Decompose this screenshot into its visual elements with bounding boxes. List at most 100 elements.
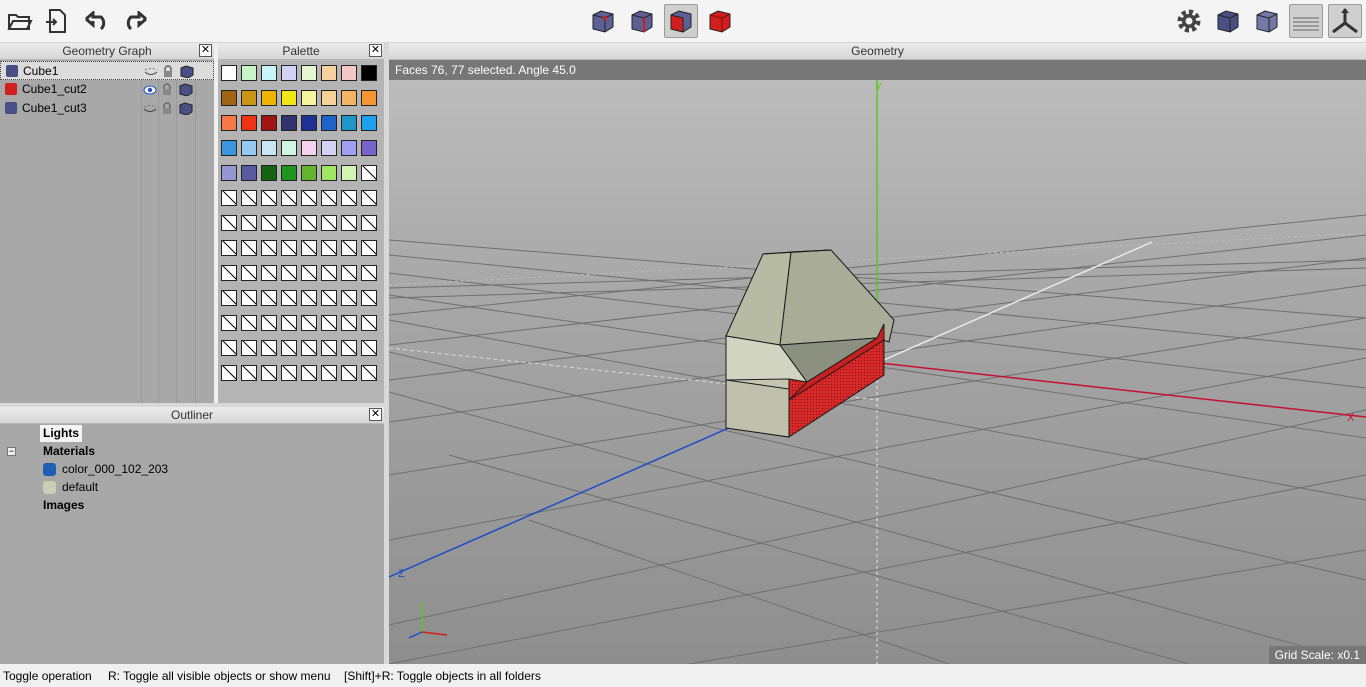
empty-swatch[interactable] bbox=[361, 215, 377, 231]
empty-swatch[interactable] bbox=[321, 240, 337, 256]
close-icon[interactable]: ✕ bbox=[369, 44, 382, 57]
lock-icon[interactable] bbox=[161, 102, 175, 115]
empty-swatch[interactable] bbox=[241, 290, 257, 306]
color-swatch[interactable] bbox=[221, 140, 237, 156]
empty-swatch[interactable] bbox=[321, 190, 337, 206]
lock-icon[interactable] bbox=[162, 65, 176, 78]
shaded-cube-icon[interactable] bbox=[179, 102, 193, 116]
empty-swatch[interactable] bbox=[261, 365, 277, 381]
empty-swatch[interactable] bbox=[281, 290, 297, 306]
color-swatch[interactable] bbox=[221, 90, 237, 106]
empty-swatch[interactable] bbox=[261, 290, 277, 306]
color-swatch[interactable] bbox=[261, 90, 277, 106]
empty-swatch[interactable] bbox=[361, 165, 377, 181]
open-folder-icon[interactable] bbox=[3, 4, 37, 38]
color-swatch[interactable] bbox=[281, 65, 297, 81]
empty-swatch[interactable] bbox=[361, 290, 377, 306]
geometry-graph-row[interactable]: Cube1_cut3 bbox=[0, 99, 214, 118]
geometry-viewport[interactable]: Geometry Faces 76, 77 selected. Angle 45… bbox=[389, 43, 1366, 664]
empty-swatch[interactable] bbox=[261, 340, 277, 356]
empty-swatch[interactable] bbox=[241, 315, 257, 331]
empty-swatch[interactable] bbox=[221, 365, 237, 381]
empty-swatch[interactable] bbox=[361, 365, 377, 381]
empty-swatch[interactable] bbox=[221, 315, 237, 331]
empty-swatch[interactable] bbox=[281, 240, 297, 256]
select-vertices-icon[interactable] bbox=[586, 4, 620, 38]
lock-icon[interactable] bbox=[161, 83, 175, 96]
color-swatch[interactable] bbox=[281, 165, 297, 181]
empty-swatch[interactable] bbox=[301, 365, 317, 381]
import-icon[interactable] bbox=[40, 4, 74, 38]
empty-swatch[interactable] bbox=[261, 215, 277, 231]
empty-swatch[interactable] bbox=[361, 240, 377, 256]
empty-swatch[interactable] bbox=[361, 340, 377, 356]
empty-swatch[interactable] bbox=[261, 190, 277, 206]
empty-swatch[interactable] bbox=[301, 215, 317, 231]
color-swatch[interactable] bbox=[221, 65, 237, 81]
eye-open-icon[interactable] bbox=[143, 83, 157, 96]
eye-closed-icon[interactable] bbox=[144, 65, 158, 78]
geometry-graph-row[interactable]: Cube1_cut2 bbox=[0, 80, 214, 99]
color-swatch[interactable] bbox=[241, 140, 257, 156]
color-swatch[interactable] bbox=[241, 90, 257, 106]
empty-swatch[interactable] bbox=[341, 240, 357, 256]
empty-swatch[interactable] bbox=[301, 240, 317, 256]
empty-swatch[interactable] bbox=[341, 340, 357, 356]
empty-swatch[interactable] bbox=[221, 265, 237, 281]
empty-swatch[interactable] bbox=[241, 190, 257, 206]
color-swatch[interactable] bbox=[261, 115, 277, 131]
color-swatch[interactable] bbox=[361, 90, 377, 106]
empty-swatch[interactable] bbox=[341, 290, 357, 306]
close-icon[interactable]: ✕ bbox=[369, 408, 382, 421]
color-swatch[interactable] bbox=[341, 65, 357, 81]
geometry-graph-row[interactable]: Cube1 bbox=[0, 61, 214, 80]
empty-swatch[interactable] bbox=[221, 340, 237, 356]
color-swatch[interactable] bbox=[261, 140, 277, 156]
empty-swatch[interactable] bbox=[321, 340, 337, 356]
empty-swatch[interactable] bbox=[241, 365, 257, 381]
empty-swatch[interactable] bbox=[341, 265, 357, 281]
empty-swatch[interactable] bbox=[301, 340, 317, 356]
outliner-materials[interactable]: Materials bbox=[43, 444, 95, 458]
color-swatch[interactable] bbox=[341, 165, 357, 181]
empty-swatch[interactable] bbox=[321, 365, 337, 381]
empty-swatch[interactable] bbox=[241, 240, 257, 256]
wireframe-cube-icon[interactable] bbox=[1250, 4, 1284, 38]
empty-swatch[interactable] bbox=[281, 190, 297, 206]
empty-swatch[interactable] bbox=[281, 315, 297, 331]
empty-swatch[interactable] bbox=[341, 315, 357, 331]
empty-swatch[interactable] bbox=[321, 215, 337, 231]
color-swatch[interactable] bbox=[321, 115, 337, 131]
empty-swatch[interactable] bbox=[341, 215, 357, 231]
select-objects-icon[interactable] bbox=[703, 4, 737, 38]
shaded-cube-icon[interactable] bbox=[180, 65, 194, 79]
empty-swatch[interactable] bbox=[361, 315, 377, 331]
color-swatch[interactable] bbox=[241, 115, 257, 131]
empty-swatch[interactable] bbox=[281, 215, 297, 231]
empty-swatch[interactable] bbox=[221, 190, 237, 206]
color-swatch[interactable] bbox=[301, 115, 317, 131]
empty-swatch[interactable] bbox=[261, 265, 277, 281]
empty-swatch[interactable] bbox=[261, 315, 277, 331]
empty-swatch[interactable] bbox=[241, 340, 257, 356]
empty-swatch[interactable] bbox=[221, 290, 237, 306]
empty-swatch[interactable] bbox=[321, 265, 337, 281]
color-swatch[interactable] bbox=[241, 165, 257, 181]
color-swatch[interactable] bbox=[321, 165, 337, 181]
color-swatch[interactable] bbox=[221, 165, 237, 181]
color-swatch[interactable] bbox=[341, 140, 357, 156]
color-swatch[interactable] bbox=[281, 140, 297, 156]
empty-swatch[interactable] bbox=[341, 365, 357, 381]
color-swatch[interactable] bbox=[301, 140, 317, 156]
color-swatch[interactable] bbox=[321, 90, 337, 106]
material-item[interactable]: default bbox=[62, 480, 98, 494]
3d-scene[interactable]: X Y Z bbox=[389, 80, 1366, 664]
redo-icon[interactable] bbox=[118, 4, 152, 38]
empty-swatch[interactable] bbox=[281, 340, 297, 356]
empty-swatch[interactable] bbox=[321, 315, 337, 331]
color-swatch[interactable] bbox=[261, 165, 277, 181]
empty-swatch[interactable] bbox=[261, 240, 277, 256]
color-swatch[interactable] bbox=[361, 115, 377, 131]
color-swatch[interactable] bbox=[261, 65, 277, 81]
empty-swatch[interactable] bbox=[221, 215, 237, 231]
